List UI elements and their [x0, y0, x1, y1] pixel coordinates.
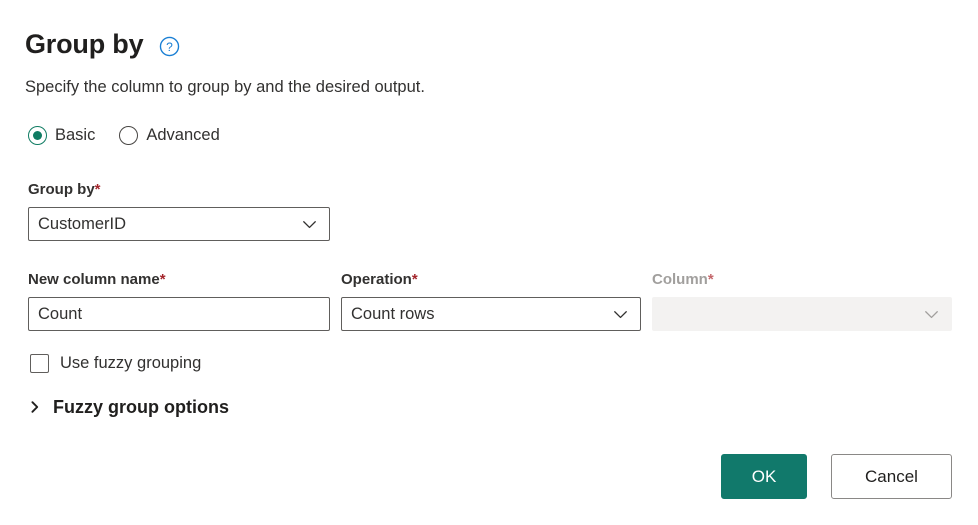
dialog-header: Group by ? — [25, 24, 180, 64]
group-by-dialog: Group by ? Specify the column to group b… — [0, 0, 978, 525]
dialog-footer: OK Cancel — [0, 454, 952, 499]
radio-advanced[interactable]: Advanced — [119, 124, 219, 146]
column-required-asterisk: * — [708, 271, 714, 288]
new-column-name-label: New column name* — [28, 270, 330, 290]
fuzzy-group-options-expander[interactable]: Fuzzy group options — [28, 395, 229, 419]
cancel-button[interactable]: Cancel — [831, 454, 952, 499]
operation-value: Count rows — [351, 303, 612, 325]
group-by-required-asterisk: * — [95, 181, 101, 198]
use-fuzzy-grouping-checkbox[interactable]: Use fuzzy grouping — [30, 352, 201, 374]
chevron-down-icon — [612, 306, 629, 323]
fuzzy-group-options-label: Fuzzy group options — [53, 395, 229, 419]
dialog-subtitle: Specify the column to group by and the d… — [25, 76, 425, 98]
new-column-name-required-asterisk: * — [160, 271, 166, 288]
chevron-right-icon — [28, 400, 42, 414]
column-label: Column* — [652, 270, 952, 290]
checkbox-mark — [30, 354, 49, 373]
chevron-down-icon — [923, 306, 940, 323]
radio-basic-mark — [28, 126, 47, 145]
column-dropdown — [652, 297, 952, 331]
radio-basic-dot — [33, 131, 42, 140]
group-by-label-text: Group by — [28, 181, 95, 198]
radio-basic[interactable]: Basic — [28, 124, 95, 146]
operation-dropdown[interactable]: Count rows — [341, 297, 641, 331]
new-column-name-value: Count — [38, 303, 321, 325]
ok-button[interactable]: OK — [721, 454, 807, 499]
operation-field: Operation* Count rows — [341, 270, 641, 331]
help-circle-icon[interactable]: ? — [159, 36, 180, 57]
operation-label: Operation* — [341, 270, 641, 290]
svg-text:?: ? — [167, 40, 174, 54]
operation-label-text: Operation — [341, 271, 412, 288]
new-column-name-field: New column name* Count — [28, 270, 330, 331]
radio-advanced-label: Advanced — [146, 124, 219, 146]
group-by-label: Group by* — [28, 180, 330, 200]
column-label-text: Column — [652, 271, 708, 288]
new-column-name-input[interactable]: Count — [28, 297, 330, 331]
group-by-dropdown[interactable]: CustomerID — [28, 207, 330, 241]
use-fuzzy-grouping-label: Use fuzzy grouping — [60, 352, 201, 374]
group-by-field: Group by* CustomerID — [28, 180, 330, 241]
radio-advanced-dot — [124, 131, 133, 140]
mode-radio-group: Basic Advanced — [28, 124, 220, 146]
group-by-value: CustomerID — [38, 213, 301, 235]
chevron-down-icon — [301, 216, 318, 233]
column-field: Column* — [652, 270, 952, 331]
radio-basic-label: Basic — [55, 124, 95, 146]
radio-advanced-mark — [119, 126, 138, 145]
operation-required-asterisk: * — [412, 271, 418, 288]
new-column-name-label-text: New column name — [28, 271, 160, 288]
page-title: Group by — [25, 27, 143, 61]
